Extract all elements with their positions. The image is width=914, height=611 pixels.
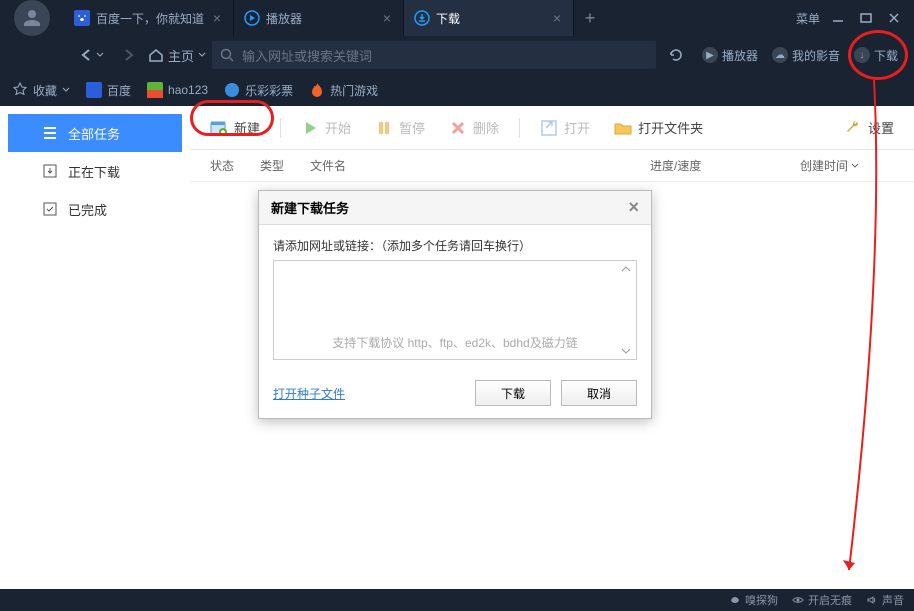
downloading-icon [42,163,58,179]
done-icon [42,201,58,217]
col-status[interactable]: 状态 [202,157,252,174]
download-icon: ↓ [854,47,870,63]
address-placeholder: 输入网址或搜索关键词 [242,46,372,65]
back-arrow-icon [78,48,96,62]
open-icon [540,119,558,137]
new-icon [210,119,228,137]
close-icon[interactable]: × [381,10,393,26]
baidu-icon [74,10,90,26]
lottery-icon [224,82,240,98]
sound-icon [866,594,878,606]
forward-button[interactable] [116,44,142,66]
address-bar[interactable]: 输入网址或搜索关键词 [212,41,656,69]
status-bar: 嗅探狗 开启无痕 声音 [0,589,914,611]
settings-button[interactable]: 设置 [836,114,902,141]
col-type[interactable]: 类型 [252,157,302,174]
tab-bar: 百度一下，你就知道 × 播放器 × 下载 × + [64,0,792,36]
new-task-button[interactable]: 新建 [202,114,268,141]
download-circle-icon [414,10,430,26]
cloud-icon: ☁ [772,47,788,63]
list-icon [42,125,58,141]
bookmark-bar: 收藏 百度 hao123 乐彩彩票 热门游戏 [0,74,914,106]
sound-button[interactable]: 声音 [866,592,904,608]
dropdown-icon [96,51,104,59]
col-time[interactable]: 创建时间 [792,157,902,174]
eye-icon [792,594,804,606]
col-progress[interactable]: 进度/速度 [642,157,792,174]
play-icon [301,119,319,137]
myvideo-button[interactable]: ☁ 我的影音 [766,43,846,68]
download-toolbar: 新建 开始 暂停 删除 打开 打开文件夹 [190,106,914,150]
bookmark-games[interactable]: 热门游戏 [309,82,378,99]
tab-baidu[interactable]: 百度一下，你就知道 × [64,0,234,36]
tab-player[interactable]: 播放器 × [234,0,404,36]
play-circle-icon [244,10,260,26]
download-sidebar: 全部任务 正在下载 已完成 [0,106,190,589]
dog-icon [729,594,741,606]
new-tab-button[interactable]: + [574,0,606,36]
download-button[interactable]: ↓ 下载 [848,43,904,68]
hao123-icon [147,82,163,98]
folder-icon [614,119,632,137]
close-icon[interactable]: × [211,10,223,26]
scroll-down-icon [618,345,634,357]
sort-desc-icon [851,162,859,170]
tab-download[interactable]: 下载 × [404,0,574,36]
player-button[interactable]: ▶ 播放器 [696,43,764,68]
private-button[interactable]: 开启无痕 [792,592,852,608]
start-button[interactable]: 开始 [293,114,359,141]
tab-label: 下载 [436,10,460,27]
sidebar-item-all[interactable]: 全部任务 [8,114,182,152]
open-seed-link[interactable]: 打开种子文件 [273,385,345,402]
column-headers: 状态 类型 文件名 进度/速度 创建时间 [190,150,914,182]
maximize-button[interactable] [856,8,876,28]
close-window-button[interactable] [884,8,904,28]
favorites-button[interactable]: 收藏 [12,82,70,99]
open-folder-button[interactable]: 打开文件夹 [606,114,711,141]
open-button[interactable]: 打开 [532,114,598,141]
home-icon [148,47,164,63]
scrollbar[interactable] [618,263,634,357]
play-icon: ▶ [702,47,718,63]
refresh-icon [668,47,684,63]
forward-arrow-icon [122,48,136,62]
sniff-button[interactable]: 嗅探狗 [729,592,778,608]
dropdown-icon [198,51,206,59]
delete-button[interactable]: 删除 [441,114,507,141]
new-download-dialog: 新建下载任务 × 请添加网址或链接：（添加多个任务请回车换行） 支持下载协议 h… [258,190,652,419]
bookmark-baidu[interactable]: 百度 [86,82,131,99]
sidebar-item-done[interactable]: 已完成 [0,190,190,228]
scroll-up-icon [618,263,634,275]
home-button[interactable]: 主页 [148,46,206,65]
url-textarea[interactable]: 支持下载协议 http、ftp、ed2k、bdhd及磁力链 [273,260,637,360]
sidebar-item-downloading[interactable]: 正在下载 [0,152,190,190]
dropdown-icon [62,86,70,94]
bookmark-hao123[interactable]: hao123 [147,82,208,98]
pause-button[interactable]: 暂停 [367,114,433,141]
dialog-download-button[interactable]: 下载 [475,380,551,406]
fire-icon [309,82,325,98]
bookmark-lottery[interactable]: 乐彩彩票 [224,82,293,99]
dialog-label: 请添加网址或链接：（添加多个任务请回车换行） [273,237,637,254]
wrench-icon [844,119,862,137]
delete-icon [449,119,467,137]
tab-label: 播放器 [266,10,302,27]
menu-button[interactable]: 菜单 [796,10,820,27]
dialog-title: 新建下载任务 [271,198,349,217]
search-icon [220,48,234,62]
user-avatar[interactable] [14,0,50,36]
dialog-close-button[interactable]: × [628,197,639,218]
col-name[interactable]: 文件名 [302,157,642,174]
dialog-cancel-button[interactable]: 取消 [561,380,637,406]
star-icon [12,82,28,98]
tab-label: 百度一下，你就知道 [96,10,204,27]
url-placeholder: 支持下载协议 http、ftp、ed2k、bdhd及磁力链 [274,334,636,351]
close-icon[interactable]: × [551,10,563,26]
pause-icon [375,119,393,137]
back-button[interactable] [72,44,110,66]
baidu-icon [86,82,102,98]
minimize-button[interactable] [828,8,848,28]
refresh-button[interactable] [662,43,690,67]
